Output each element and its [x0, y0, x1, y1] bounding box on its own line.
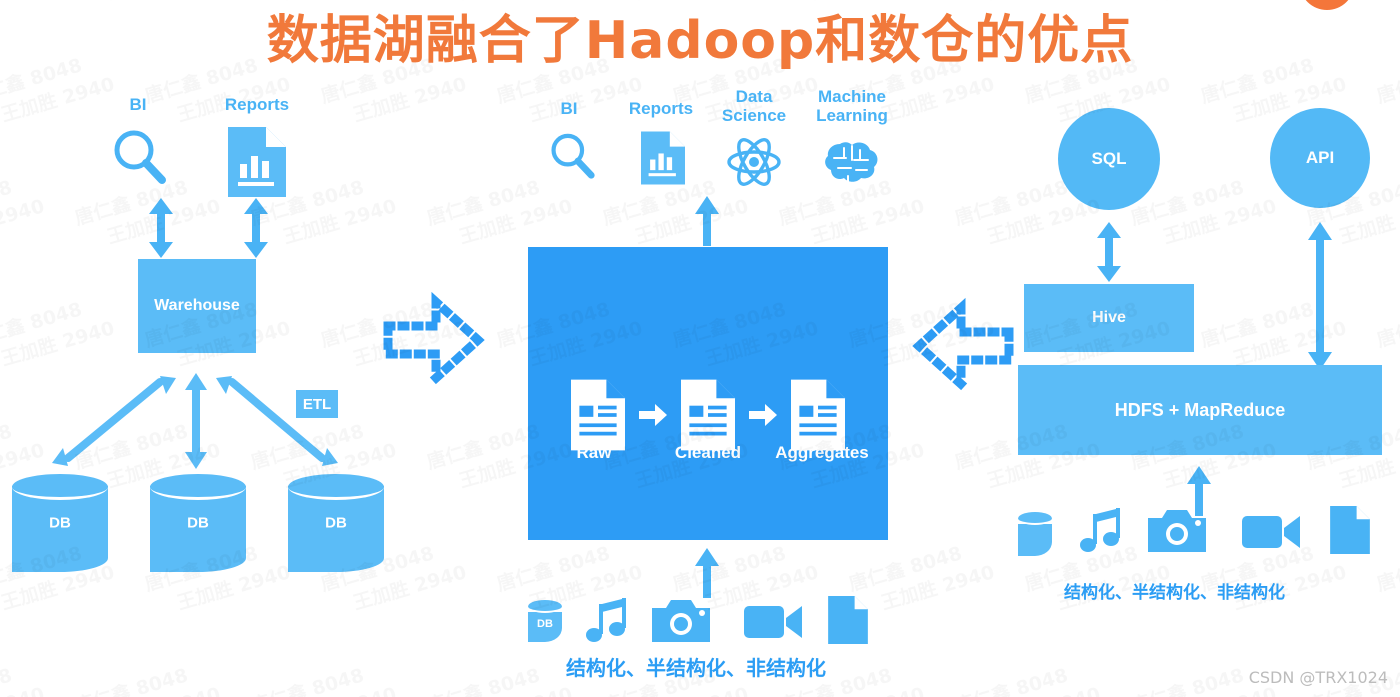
watermark-text: 唐仁鑫 8048王加胜 2940: [0, 287, 117, 378]
reports-warehouse-arrow: [244, 198, 268, 258]
magnifier-icon: [114, 130, 166, 184]
database-cylinder: DB: [150, 474, 246, 572]
document-icon: [791, 379, 845, 451]
api-label: API: [1305, 148, 1335, 167]
cylinder-top: [12, 474, 108, 500]
sql-hive-arrow: [1097, 222, 1121, 282]
sql-circle: SQL: [1058, 108, 1160, 210]
lake-stage-label-aggregates: Aggregates: [775, 443, 869, 462]
music-note-icon: [1080, 508, 1120, 552]
page-title: 数据湖融合了Hadoop和数仓的优点: [266, 11, 1134, 71]
document-icon: [828, 596, 868, 644]
brain-icon: [825, 142, 878, 183]
report-document-icon: [641, 131, 685, 185]
warehouse-label: Warehouse: [154, 297, 240, 314]
cylinder-top: [528, 600, 562, 613]
right-sources-caption: 结构化、半结构化、非结构化: [1064, 583, 1285, 603]
cylinder-body: [1018, 524, 1052, 556]
watermark-text: 唐仁鑫 8048王加胜 2940: [0, 165, 47, 256]
data-science-label-line1: Data: [735, 87, 773, 106]
music-note-icon: [586, 598, 626, 642]
report-document-icon: [228, 127, 286, 197]
db-label: DB: [537, 618, 553, 631]
database-cylinder: DB: [12, 474, 108, 572]
left-bi-label: BI: [129, 95, 147, 114]
cylinder-top: [288, 474, 384, 500]
magnifier-icon: [551, 133, 595, 179]
lake-stage-label-raw: Raw: [576, 443, 612, 462]
hive-label: Hive: [1092, 309, 1126, 326]
machine-learning-label-line1: Machine: [817, 87, 887, 106]
center-reports-label: Reports: [628, 99, 694, 118]
api-circle: API: [1270, 108, 1370, 208]
warehouse-db-arrows: [52, 373, 338, 469]
video-camera-icon: [744, 606, 802, 638]
watermark-text: 唐仁鑫 8048王加胜 2940: [845, 531, 997, 622]
lake-stage-label-cleaned: Cleaned: [674, 443, 742, 462]
warehouse-box: Warehouse: [138, 259, 256, 353]
data-lake-box: Raw Cleaned Aggregates: [528, 247, 888, 540]
db-label: DB: [187, 514, 209, 532]
db-label: DB: [49, 514, 71, 532]
cylinder-top: [1018, 512, 1052, 525]
sources-to-hdfs-arrow: [1187, 466, 1211, 516]
hdfs-box: HDFS + MapReduce: [1018, 365, 1382, 455]
sources-to-lake-arrow: [695, 548, 719, 598]
data-science-label-line2: Science: [721, 105, 787, 125]
watermark-text: 唐仁鑫 8048王加胜 2940: [247, 653, 399, 697]
center-bi-label: BI: [560, 99, 578, 118]
camera-icon: [652, 600, 710, 642]
csdn-credit: CSDN @TRX1024: [1248, 668, 1388, 687]
watermark-text: 唐仁鑫 8048王加胜 2940: [423, 653, 575, 697]
bi-warehouse-arrow: [149, 198, 173, 258]
document-icon: [571, 379, 625, 451]
camera-icon: [1148, 510, 1206, 552]
watermark-text: 唐仁鑫 8048王加胜 2940: [71, 653, 223, 697]
hdfs-label: HDFS + MapReduce: [1114, 399, 1286, 420]
data-science-label: Data Science: [706, 87, 802, 125]
cylinder-top: [150, 474, 246, 500]
atom-icon: [727, 138, 781, 186]
machine-learning-label: Machine Learning: [800, 87, 904, 125]
left-reports-label: Reports: [224, 95, 290, 114]
warehouse-to-lake-arrow: [383, 291, 485, 389]
db-label: DB: [325, 514, 347, 532]
document-icon: [681, 379, 735, 451]
database-cylinder: DB: [288, 474, 384, 572]
watermark-text: 唐仁鑫 8048王加胜 2940: [1373, 531, 1400, 622]
api-hdfs-arrow: [1308, 222, 1332, 370]
hadoop-to-lake-arrow: [912, 297, 1014, 395]
pipeline-arrow-icon: [749, 404, 777, 426]
video-camera-icon: [1242, 516, 1300, 548]
lake-to-consumers-arrow: [695, 196, 719, 246]
center-sources-caption: 结构化、半结构化、非结构化: [566, 656, 826, 680]
pipeline-arrow-icon: [639, 404, 667, 426]
hive-box: Hive: [1024, 284, 1194, 352]
database-icon: [1018, 512, 1052, 556]
lake-stage-labels: Raw Cleaned Aggregates: [528, 443, 888, 463]
watermark-text: 唐仁鑫 8048王加胜 2940: [0, 653, 47, 697]
document-icon: [1330, 506, 1370, 554]
machine-learning-label-line2: Learning: [816, 105, 888, 125]
diagram-canvas: 唐仁鑫 8048王加胜 2940 唐仁鑫 8048王加胜 2940 唐仁鑫 8048…: [0, 0, 1400, 697]
sql-label: SQL: [1091, 149, 1127, 168]
database-icon: DB: [528, 600, 562, 642]
watermark-text: 唐仁鑫 8048王加胜 2940: [951, 653, 1103, 697]
